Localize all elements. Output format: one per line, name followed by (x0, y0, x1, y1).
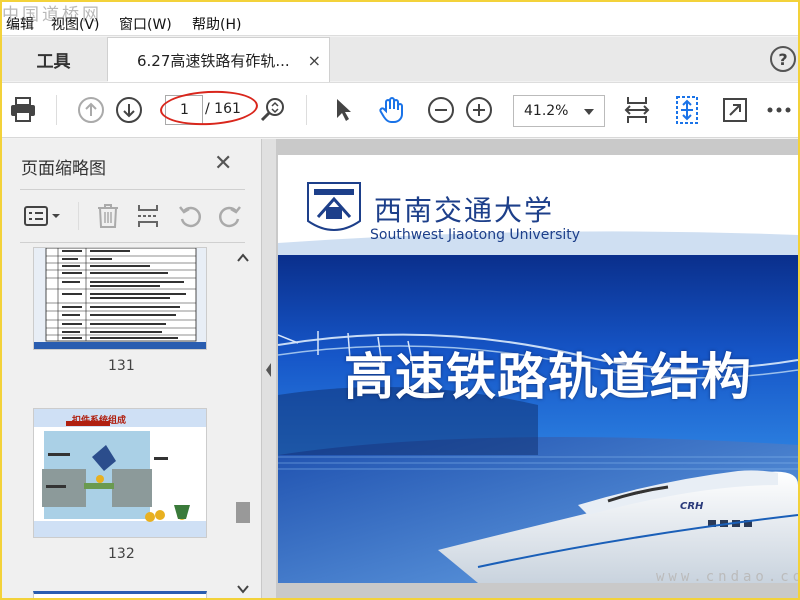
menu-window[interactable]: 窗口(W) (119, 14, 172, 34)
extract-page-icon[interactable] (134, 202, 162, 230)
select-cursor-icon[interactable] (328, 95, 358, 125)
panel-collapse-handle[interactable] (262, 139, 276, 600)
menu-view[interactable]: 视图(V) (51, 14, 100, 34)
previous-page-icon[interactable] (76, 95, 106, 125)
train-badge: CRH (680, 501, 704, 512)
hand-tool-icon[interactable] (376, 95, 406, 125)
thumbnail-scrollbar[interactable] (233, 247, 253, 600)
help-icon[interactable]: ? (770, 46, 796, 72)
menu-bar: 中国道桥网 编辑 视图(V) 窗口(W) 帮助(H) (0, 0, 800, 36)
toolbar: 1 / 161 41.2% (0, 82, 800, 138)
slide-title: 高速铁路轨道结构 (344, 348, 752, 406)
rotate-left-icon[interactable] (176, 202, 204, 230)
page-search-icon[interactable] (258, 95, 288, 125)
menu-help[interactable]: 帮助(H) (192, 14, 241, 34)
tab-tools[interactable]: 工具 (0, 37, 108, 81)
university-name-cn: 西南交通大学 (374, 194, 555, 227)
trash-icon[interactable] (94, 202, 122, 230)
toolbar-divider (78, 202, 79, 230)
fit-width-icon[interactable] (622, 95, 652, 125)
thumbnail-options-icon[interactable] (22, 202, 62, 230)
chevron-down-icon (584, 109, 594, 115)
close-icon[interactable]: × (308, 51, 321, 70)
panel-title: 页面缩略图 (21, 159, 106, 179)
zoom-in-icon[interactable] (464, 95, 494, 125)
tab-document-label: 6.27高速铁路有砟轨... (137, 52, 290, 70)
more-options-icon[interactable] (764, 95, 794, 125)
slide-page: 西南交通大学 Southwest Jiaotong University 高速铁… (278, 155, 798, 583)
thumbnail-page-number: 132 (108, 546, 135, 562)
panel-toolbar (20, 189, 245, 243)
tab-bar: 工具 6.27高速铁路有砟轨... × ? (0, 37, 800, 83)
page-thumbnail[interactable] (33, 591, 207, 600)
zoom-level-select[interactable]: 41.2% (513, 95, 605, 127)
zoom-level-value: 41.2% (524, 103, 569, 119)
page-thumbnail[interactable] (33, 247, 207, 350)
toolbar-divider (56, 95, 57, 125)
page-thumbnail[interactable]: 扣件系统组成 (33, 408, 207, 538)
rotate-right-icon[interactable] (216, 202, 244, 230)
full-screen-icon[interactable] (720, 95, 750, 125)
tab-document[interactable]: 6.27高速铁路有砟轨... × (108, 37, 330, 83)
thumbnail-page-number: 131 (108, 358, 135, 374)
print-icon[interactable] (8, 95, 38, 125)
next-page-icon[interactable] (114, 95, 144, 125)
fit-page-icon[interactable] (672, 95, 702, 125)
scrollbar-thumb[interactable] (236, 502, 250, 523)
thumbnail-list: 131 扣件系统组成 132 (0, 247, 232, 600)
thumbnail-heading: 扣件系统组成 (72, 416, 127, 426)
thumbnails-panel: 页面缩略图 ✕ 131 扣件系统组成 132 (0, 139, 262, 600)
toolbar-divider (306, 95, 307, 125)
menu-edit[interactable]: 编辑 (6, 14, 34, 34)
university-name-en: Southwest Jiaotong University (370, 227, 581, 243)
site-watermark: www.cndao.com (656, 569, 800, 585)
zoom-out-icon[interactable] (426, 95, 456, 125)
document-view: 西南交通大学 Southwest Jiaotong University 高速铁… (276, 139, 800, 600)
close-icon[interactable]: ✕ (214, 151, 232, 176)
